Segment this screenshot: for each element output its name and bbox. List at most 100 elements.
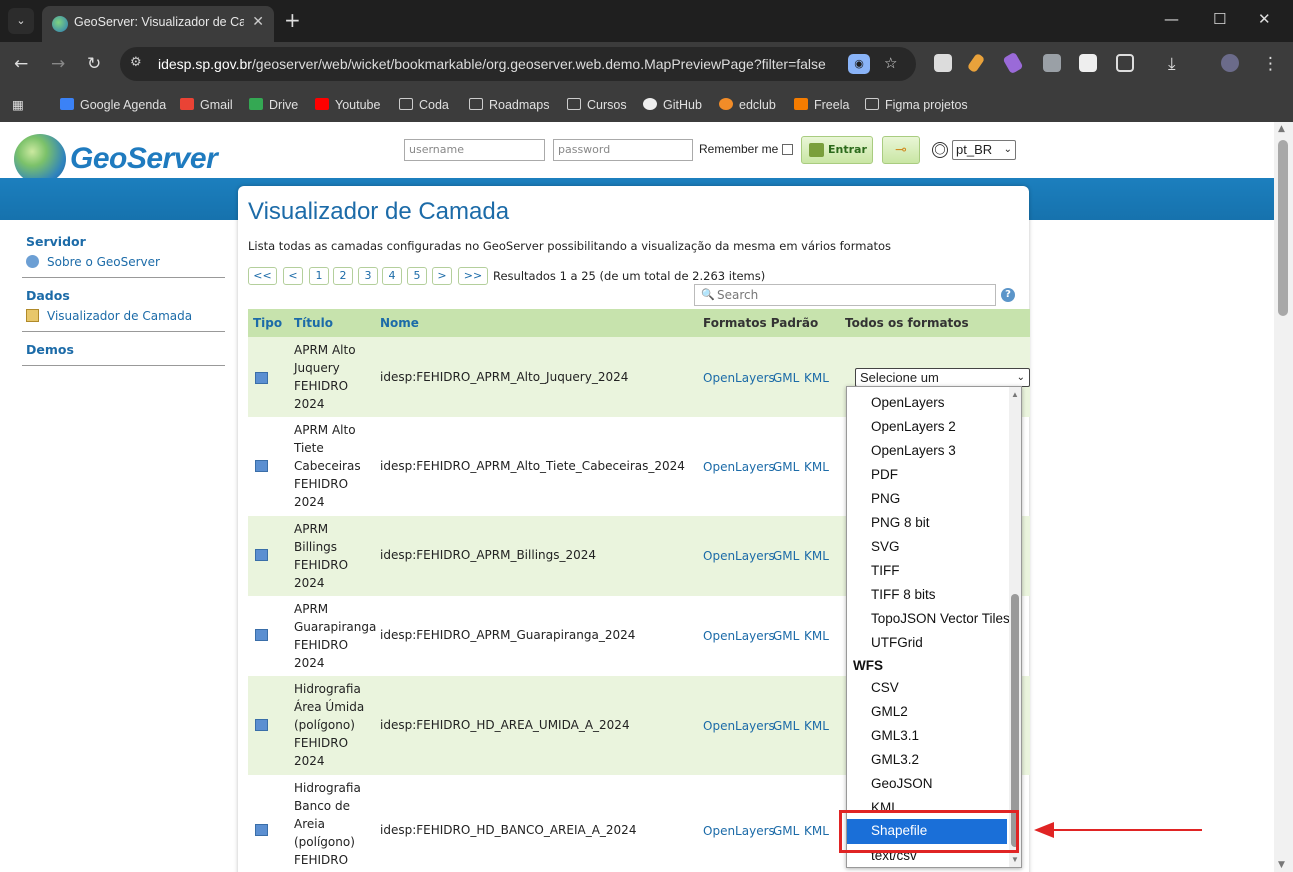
link-gml[interactable]: GML	[773, 371, 799, 385]
menu-kebab-icon[interactable]: ⋮	[1262, 54, 1279, 74]
option-svg[interactable]: SVG	[871, 535, 900, 559]
link-kml[interactable]: KML	[804, 371, 829, 385]
bookmark-roadmaps[interactable]: Roadmaps	[469, 95, 549, 115]
extension-hex-icon[interactable]	[1043, 54, 1061, 72]
link-openlayers[interactable]: OpenLayers	[703, 460, 775, 474]
option-openlayers-2[interactable]: OpenLayers 2	[871, 415, 956, 439]
bookmark-drive[interactable]: Drive	[249, 95, 298, 115]
username-input[interactable]: username	[404, 139, 545, 161]
option-geojson[interactable]: GeoJSON	[871, 772, 933, 796]
option-utfgrid[interactable]: UTFGrid	[871, 631, 923, 655]
dropdown-scroll-down-icon[interactable]: ▼	[1011, 855, 1019, 864]
link-openlayers[interactable]: OpenLayers	[703, 719, 775, 733]
link-gml[interactable]: GML	[773, 824, 799, 838]
bookmark-figma-projetos[interactable]: Figma projetos	[865, 95, 968, 115]
link-openlayers[interactable]: OpenLayers	[703, 549, 775, 563]
close-tab-icon[interactable]: ✕	[252, 14, 264, 30]
dropdown-scroll-up-icon[interactable]: ▲	[1011, 390, 1019, 399]
bookmark-github[interactable]: GitHub	[643, 95, 702, 115]
bookmark-edclub[interactable]: edclub	[719, 95, 776, 115]
pager-page-5[interactable]: 5	[407, 267, 427, 285]
download-icon[interactable]: ⤓	[1168, 54, 1176, 74]
active-tab[interactable]: GeoServer: Visualizador de Camada ✕	[42, 6, 274, 42]
option-gml31[interactable]: GML3.1	[871, 724, 919, 748]
extension-shield-icon[interactable]	[934, 54, 952, 72]
option-topojson[interactable]: TopoJSON Vector Tiles	[871, 607, 1010, 631]
all-formats-select[interactable]: Selecione um ⌄	[855, 368, 1030, 387]
bookmark-freela[interactable]: Freela	[794, 95, 849, 115]
minimize-icon[interactable]: —	[1164, 10, 1179, 28]
link-gml[interactable]: GML	[773, 460, 799, 474]
option-openlayers[interactable]: OpenLayers	[871, 391, 945, 415]
option-tiff[interactable]: TIFF	[871, 559, 900, 583]
auth-key-button[interactable]: ⊸	[882, 136, 920, 164]
link-gml[interactable]: GML	[773, 719, 799, 733]
pager-first[interactable]: <<	[248, 267, 277, 285]
option-csv[interactable]: CSV	[871, 676, 899, 700]
option-png-8bit[interactable]: PNG 8 bit	[871, 511, 930, 535]
bookmark-gmail[interactable]: Gmail	[180, 95, 233, 115]
link-kml[interactable]: KML	[804, 629, 829, 643]
pager-page-1[interactable]: 1	[309, 267, 329, 285]
col-titulo[interactable]: Título	[294, 316, 333, 330]
scroll-up-icon[interactable]: ▲	[1278, 124, 1285, 134]
close-window-icon[interactable]: ✕	[1258, 10, 1271, 28]
bookmark-google-agenda[interactable]: Google Agenda	[60, 95, 166, 115]
link-kml[interactable]: KML	[804, 549, 829, 563]
link-openlayers[interactable]: OpenLayers	[703, 371, 775, 385]
extensions-puzzle-icon[interactable]	[1116, 54, 1134, 72]
language-select[interactable]: pt_BR ⌄	[952, 140, 1016, 160]
option-tiff-8bits[interactable]: TIFF 8 bits	[871, 583, 936, 607]
pager-page-2[interactable]: 2	[333, 267, 353, 285]
option-openlayers-3[interactable]: OpenLayers 3	[871, 439, 956, 463]
option-png[interactable]: PNG	[871, 487, 900, 511]
new-tab-button[interactable]: +	[284, 10, 301, 30]
maximize-icon[interactable]: ☐	[1213, 10, 1226, 28]
pager-last[interactable]: >>	[458, 267, 488, 285]
link-openlayers[interactable]: OpenLayers	[703, 629, 775, 643]
back-icon[interactable]: ←	[14, 54, 28, 74]
site-info-icon[interactable]: ⚙	[130, 55, 148, 73]
search-input[interactable]: 🔍 Search	[694, 284, 996, 306]
pager-prev[interactable]: <	[283, 267, 303, 285]
sidebar-item-sobre[interactable]: Sobre o GeoServer	[26, 255, 221, 269]
link-kml[interactable]: KML	[804, 460, 829, 474]
extension-feather-icon[interactable]	[1002, 51, 1024, 75]
pager-page-4[interactable]: 4	[382, 267, 402, 285]
bookmark-youtube[interactable]: Youtube	[315, 95, 380, 115]
geoserver-logo[interactable]: GeoServer	[70, 142, 218, 176]
forward-icon[interactable]: →	[51, 54, 65, 74]
sidebar-item-demos[interactable]: Demos	[26, 342, 221, 357]
bookmark-coda[interactable]: Coda	[399, 95, 449, 115]
profile-avatar[interactable]	[1221, 54, 1239, 72]
login-button[interactable]: Entrar	[801, 136, 873, 164]
link-gml[interactable]: GML	[773, 549, 799, 563]
bookmark-star-icon[interactable]: ☆	[884, 54, 897, 72]
pager-page-3[interactable]: 3	[358, 267, 378, 285]
help-icon[interactable]: ?	[1001, 288, 1015, 302]
extension-pen-icon[interactable]	[966, 52, 986, 74]
reload-icon[interactable]: ↻	[87, 54, 101, 74]
link-gml[interactable]: GML	[773, 629, 799, 643]
option-pdf[interactable]: PDF	[871, 463, 898, 487]
pager-next[interactable]: >	[432, 267, 452, 285]
link-kml[interactable]: KML	[804, 719, 829, 733]
sidebar-item-visualizador[interactable]: Visualizador de Camada	[26, 309, 221, 323]
sidebar-group-servidor: Servidor Sobre o GeoServer	[22, 228, 225, 278]
address-bar[interactable]: ⚙ idesp.sp.gov.br/geoserver/web/wicket/b…	[120, 47, 916, 81]
link-kml[interactable]: KML	[804, 824, 829, 838]
bookmark-cursos[interactable]: Cursos	[567, 95, 627, 115]
extension-window-icon[interactable]	[1079, 54, 1097, 72]
option-gml32[interactable]: GML3.2	[871, 748, 919, 772]
apps-grid-icon[interactable]: ▦	[12, 95, 24, 115]
remember-me-checkbox[interactable]	[782, 144, 793, 155]
option-gml2[interactable]: GML2	[871, 700, 908, 724]
tab-search-button[interactable]: ⌄	[8, 8, 34, 34]
password-input[interactable]: password	[553, 139, 693, 161]
col-nome[interactable]: Nome	[380, 316, 419, 330]
lens-icon[interactable]: ◉	[848, 54, 870, 74]
page-scroll-thumb[interactable]	[1278, 140, 1288, 316]
link-openlayers[interactable]: OpenLayers	[703, 824, 775, 838]
scroll-down-icon[interactable]: ▼	[1278, 860, 1285, 870]
col-tipo[interactable]: Tipo	[253, 316, 282, 330]
